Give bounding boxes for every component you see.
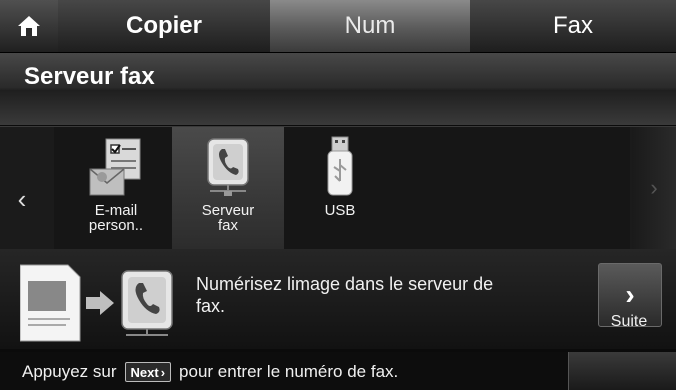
carousel-item-fax-server[interactable]: Serveur fax bbox=[172, 127, 284, 249]
carousel-item-label: Serveur fax bbox=[201, 202, 255, 234]
carousel-next-button[interactable]: › bbox=[632, 127, 676, 249]
carousel-item-personal-email[interactable]: E-mail person.. bbox=[60, 127, 172, 249]
carousel-item-label: E-mail person.. bbox=[88, 202, 144, 234]
title-bar: Serveur fax bbox=[0, 53, 676, 125]
home-icon bbox=[18, 16, 40, 36]
tab-fax[interactable]: Fax bbox=[470, 0, 676, 52]
home-button[interactable] bbox=[0, 0, 59, 52]
fax-server-screen: Copier Num Fax Serveur fax ‹ E-mail pers… bbox=[0, 0, 676, 390]
description-text: Numérisez limage dans le serveur de fax. bbox=[196, 274, 494, 316]
chevron-right-icon: › bbox=[650, 175, 658, 200]
carousel-prev-button[interactable]: ‹ bbox=[8, 181, 36, 217]
tab-copier-label: Copier bbox=[125, 12, 202, 39]
suite-button-label: Suite bbox=[610, 313, 648, 330]
tab-copier[interactable]: Copier bbox=[58, 0, 271, 52]
usb-drive-icon bbox=[327, 136, 353, 196]
tab-fax-label: Fax bbox=[552, 12, 593, 39]
hint-text: Appuyez sur Next › pour entrer le numéro … bbox=[22, 362, 399, 382]
top-tab-bar: Copier Num Fax bbox=[0, 0, 676, 53]
carousel-strip: E-mail person.. Serveur fax USB bbox=[54, 127, 630, 249]
page-title: Serveur fax bbox=[24, 63, 155, 90]
app-carousel: ‹ E-mail person.. Serveur fax USB › bbox=[0, 126, 676, 250]
description-panel: Numérisez limage dans le serveur de fax.… bbox=[0, 249, 676, 349]
personal-email-icon bbox=[89, 138, 141, 196]
chevron-right-icon: › bbox=[625, 279, 635, 310]
next-key-glyph: Next › bbox=[124, 362, 172, 382]
fax-server-icon bbox=[207, 138, 249, 196]
corner-panel bbox=[568, 352, 676, 390]
scan-to-fax-server-illustration bbox=[20, 264, 173, 342]
chevron-left-icon: ‹ bbox=[17, 183, 27, 214]
carousel-item-usb[interactable]: USB bbox=[284, 127, 396, 249]
tab-num-label: Num bbox=[344, 12, 396, 39]
carousel-item-label: USB bbox=[324, 202, 356, 219]
tab-num[interactable]: Num bbox=[270, 0, 471, 52]
